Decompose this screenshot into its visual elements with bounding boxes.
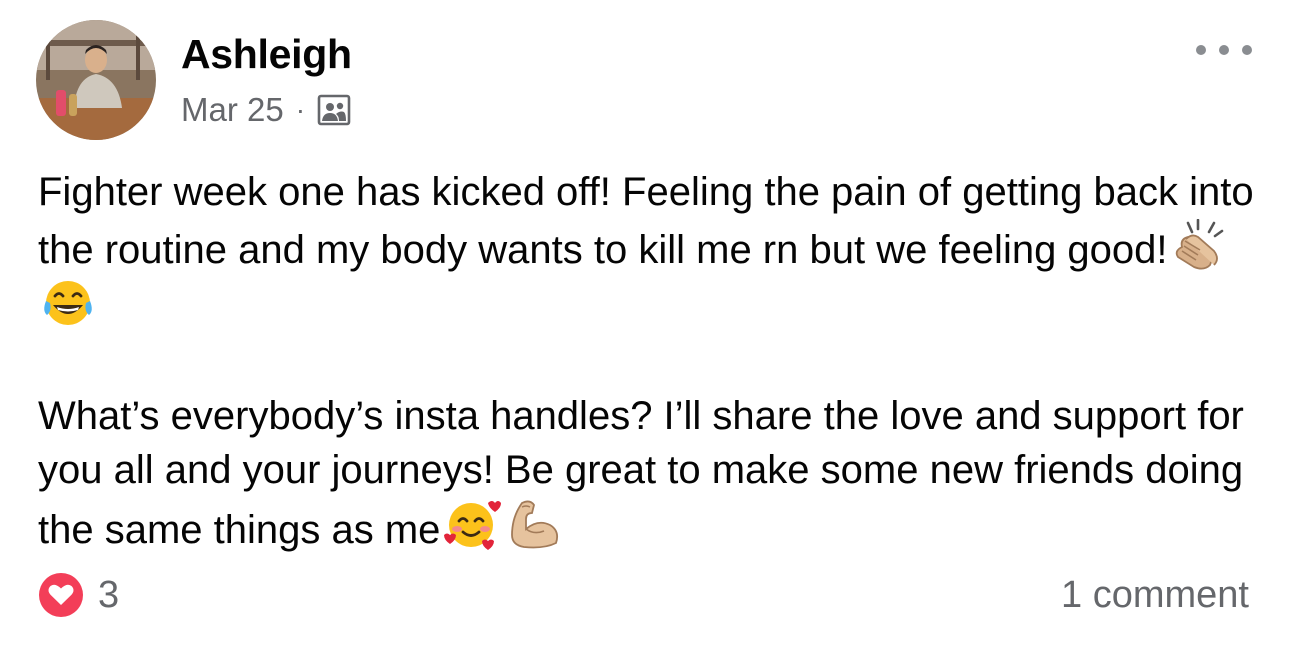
meta-separator: · xyxy=(295,94,306,125)
smiling-face-with-hearts-emoji xyxy=(442,497,502,551)
avatar-photo xyxy=(36,20,156,140)
more-options-button[interactable] xyxy=(1196,36,1252,64)
author-name[interactable]: Ashleigh xyxy=(181,28,352,80)
post-paragraph: Fighter week one has kicked off! Feeling… xyxy=(38,165,1263,335)
comment-count-link[interactable]: 1 comment xyxy=(1061,572,1249,618)
tears-of-joy-emoji xyxy=(40,277,96,329)
post-text: Fighter week one has kicked off! Feeling… xyxy=(38,165,1263,557)
post-meta: Mar 25 · xyxy=(181,88,351,132)
post-paragraph: What’s everybody’s insta handles? I’ll s… xyxy=(38,389,1263,557)
love-icon xyxy=(38,572,84,618)
clapping-hands-emoji xyxy=(1170,219,1230,271)
post-paragraph-text: What’s everybody’s insta handles? I’ll s… xyxy=(38,394,1244,552)
feed-post: Ashleigh Mar 25 · Fighter week one has k… xyxy=(0,0,1289,646)
more-options-icon xyxy=(1196,45,1206,55)
reaction-count: 3 xyxy=(98,573,120,616)
author-avatar[interactable] xyxy=(36,20,156,140)
flexed-biceps-emoji xyxy=(504,497,566,551)
group-icon xyxy=(317,93,351,127)
post-date[interactable]: Mar 25 xyxy=(181,91,284,129)
reaction-summary[interactable]: 3 xyxy=(38,572,119,618)
post-paragraph-text: Fighter week one has kicked off! Feeling… xyxy=(38,170,1254,272)
